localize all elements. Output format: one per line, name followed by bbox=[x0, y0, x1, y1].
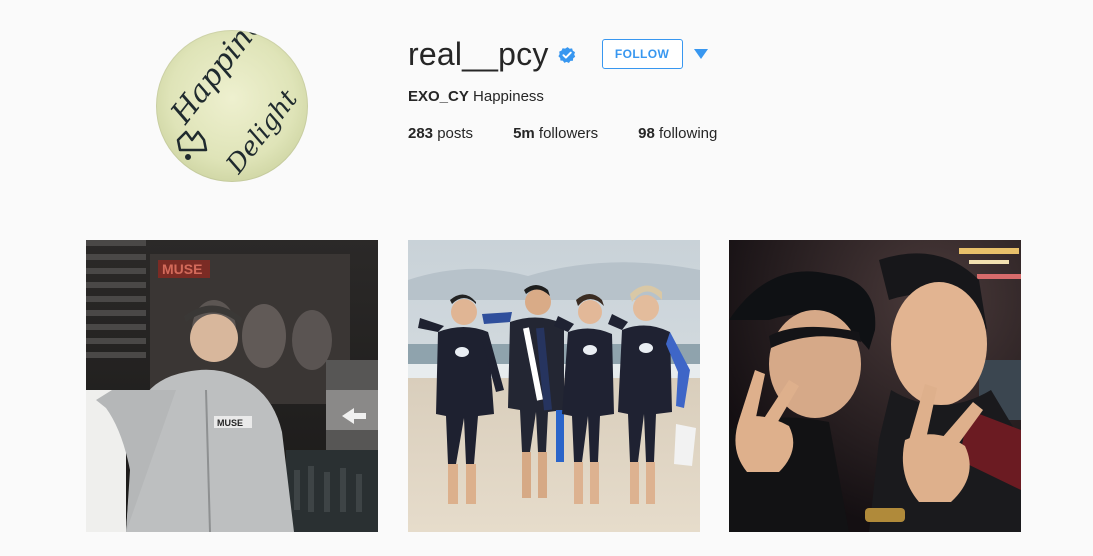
followers-label: followers bbox=[538, 125, 599, 142]
profile-full-name: EXO_CY bbox=[408, 88, 469, 105]
posts-stat: 283 posts bbox=[408, 124, 473, 144]
posts-label: posts bbox=[437, 125, 474, 142]
chevron-down-icon[interactable] bbox=[693, 47, 709, 61]
following-stat[interactable]: 98 following bbox=[638, 124, 717, 144]
following-label: following bbox=[658, 125, 718, 142]
hoodie-text: MUSE bbox=[217, 418, 243, 428]
post-image-selfie-peace bbox=[729, 240, 1021, 532]
banner-sign-text: MUSE bbox=[162, 261, 202, 277]
post-thumbnail-2[interactable] bbox=[408, 240, 700, 532]
verified-badge-icon bbox=[557, 47, 575, 63]
follow-button[interactable]: FOLLOW bbox=[601, 39, 683, 69]
profile-username: real__pcy bbox=[408, 36, 549, 72]
following-count: 98 bbox=[638, 125, 655, 142]
posts-count: 283 bbox=[408, 125, 434, 142]
post-thumbnail-3[interactable] bbox=[729, 240, 1021, 532]
profile-header-row: real__pcy FOLLOW bbox=[408, 34, 709, 74]
avatar-text-delight: Delight bbox=[220, 84, 304, 180]
post-image-beach-wetsuits bbox=[408, 240, 700, 532]
profile-stats: 283 posts 5m followers 98 following bbox=[408, 124, 757, 144]
followers-count: 5m bbox=[513, 125, 535, 142]
post-image-night-concert: MUSE MUSE bbox=[86, 240, 378, 532]
followers-stat[interactable]: 5m followers bbox=[513, 124, 598, 144]
profile-bio: EXO_CY Happiness bbox=[408, 87, 544, 107]
avatar-image: Happiness Delight bbox=[164, 30, 305, 180]
profile-avatar[interactable]: Happiness Delight bbox=[156, 30, 308, 182]
profile-bio-text: Happiness bbox=[473, 88, 544, 105]
post-thumbnail-1[interactable]: MUSE MUSE bbox=[86, 240, 378, 532]
